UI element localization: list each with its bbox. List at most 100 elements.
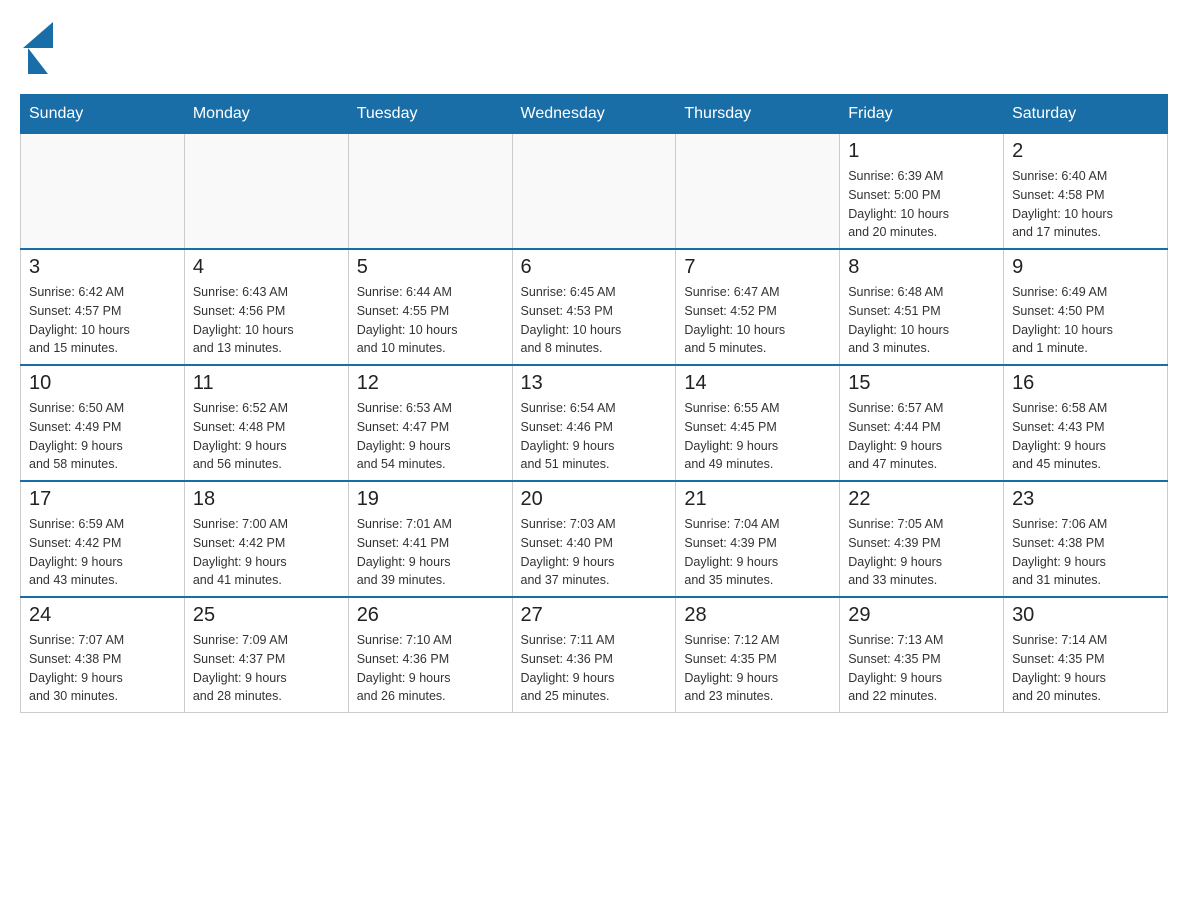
day-info: Sunrise: 7:03 AMSunset: 4:40 PMDaylight:… [521, 515, 668, 590]
weekday-header-monday: Monday [184, 95, 348, 134]
calendar-day-cell [348, 134, 512, 250]
calendar-day-cell: 28 Sunrise: 7:12 AMSunset: 4:35 PMDayligh… [676, 597, 840, 713]
weekday-header-sunday: Sunday [21, 95, 185, 134]
calendar-day-cell: 3Sunrise: 6:42 AMSunset: 4:57 PMDaylight… [21, 249, 185, 365]
day-number: 21 [684, 488, 831, 511]
logo [20, 20, 53, 74]
day-number: 7 [684, 256, 831, 279]
calendar-day-cell: 10 Sunrise: 6:50 AMSunset: 4:49 PMDayligh… [21, 365, 185, 481]
day-info: Sunrise: 7:06 AMSunset: 4:38 PMDaylight:… [1012, 515, 1159, 590]
calendar-day-cell: 8 Sunrise: 6:48 AMSunset: 4:51 PMDaylight… [840, 249, 1004, 365]
calendar-day-cell: 16 Sunrise: 6:58 AMSunset: 4:43 PMDayligh… [1004, 365, 1168, 481]
logo-triangle2-icon [28, 48, 48, 74]
day-number: 5 [357, 256, 504, 279]
calendar-day-cell: 15 Sunrise: 6:57 AMSunset: 4:44 PMDayligh… [840, 365, 1004, 481]
day-number: 3 [29, 256, 176, 279]
calendar-day-cell [676, 134, 840, 250]
day-number: 25 [193, 604, 340, 627]
day-number: 10 [29, 372, 176, 395]
day-info: Sunrise: 6:57 AMSunset: 4:44 PMDaylight:… [848, 399, 995, 474]
calendar-day-cell: 11 Sunrise: 6:52 AMSunset: 4:48 PMDayligh… [184, 365, 348, 481]
calendar-day-cell: 22 Sunrise: 7:05 AMSunset: 4:39 PMDayligh… [840, 481, 1004, 597]
calendar-day-cell: 12 Sunrise: 6:53 AMSunset: 4:47 PMDayligh… [348, 365, 512, 481]
calendar-week-row: 3Sunrise: 6:42 AMSunset: 4:57 PMDaylight… [21, 249, 1168, 365]
calendar-day-cell: 17 Sunrise: 6:59 AMSunset: 4:42 PMDayligh… [21, 481, 185, 597]
day-number: 28 [684, 604, 831, 627]
page-header [20, 20, 1168, 74]
day-info: Sunrise: 6:55 AMSunset: 4:45 PMDaylight:… [684, 399, 831, 474]
day-number: 30 [1012, 604, 1159, 627]
day-number: 9 [1012, 256, 1159, 279]
day-info: Sunrise: 6:58 AMSunset: 4:43 PMDaylight:… [1012, 399, 1159, 474]
day-number: 20 [521, 488, 668, 511]
day-number: 1 [848, 140, 995, 163]
day-number: 4 [193, 256, 340, 279]
calendar-day-cell: 1 Sunrise: 6:39 AMSunset: 5:00 PMDaylight… [840, 134, 1004, 250]
day-info: Sunrise: 6:44 AMSunset: 4:55 PMDaylight:… [357, 283, 504, 358]
day-info: Sunrise: 6:47 AMSunset: 4:52 PMDaylight:… [684, 283, 831, 358]
day-info: Sunrise: 7:00 AMSunset: 4:42 PMDaylight:… [193, 515, 340, 590]
calendar-day-cell: 9 Sunrise: 6:49 AMSunset: 4:50 PMDaylight… [1004, 249, 1168, 365]
weekday-header-friday: Friday [840, 95, 1004, 134]
calendar-day-cell [21, 134, 185, 250]
day-number: 15 [848, 372, 995, 395]
calendar-day-cell: 25Sunrise: 7:09 AMSunset: 4:37 PMDayligh… [184, 597, 348, 713]
day-info: Sunrise: 6:39 AMSunset: 5:00 PMDaylight:… [848, 167, 995, 242]
day-info: Sunrise: 6:43 AMSunset: 4:56 PMDaylight:… [193, 283, 340, 358]
day-info: Sunrise: 6:48 AMSunset: 4:51 PMDaylight:… [848, 283, 995, 358]
day-info: Sunrise: 7:05 AMSunset: 4:39 PMDaylight:… [848, 515, 995, 590]
day-info: Sunrise: 7:12 AMSunset: 4:35 PMDaylight:… [684, 631, 831, 706]
calendar-day-cell: 2 Sunrise: 6:40 AMSunset: 4:58 PMDaylight… [1004, 134, 1168, 250]
calendar-day-cell: 26Sunrise: 7:10 AMSunset: 4:36 PMDayligh… [348, 597, 512, 713]
weekday-header-row: SundayMondayTuesdayWednesdayThursdayFrid… [21, 95, 1168, 134]
calendar-day-cell: 14 Sunrise: 6:55 AMSunset: 4:45 PMDayligh… [676, 365, 840, 481]
calendar-week-row: 10 Sunrise: 6:50 AMSunset: 4:49 PMDayligh… [21, 365, 1168, 481]
day-number: 8 [848, 256, 995, 279]
day-number: 11 [193, 372, 340, 395]
calendar-week-row: 17 Sunrise: 6:59 AMSunset: 4:42 PMDayligh… [21, 481, 1168, 597]
day-info: Sunrise: 7:07 AMSunset: 4:38 PMDaylight:… [29, 631, 176, 706]
day-info: Sunrise: 7:13 AMSunset: 4:35 PMDaylight:… [848, 631, 995, 706]
day-info: Sunrise: 6:59 AMSunset: 4:42 PMDaylight:… [29, 515, 176, 590]
day-info: Sunrise: 6:40 AMSunset: 4:58 PMDaylight:… [1012, 167, 1159, 242]
day-number: 2 [1012, 140, 1159, 163]
day-info: Sunrise: 6:50 AMSunset: 4:49 PMDaylight:… [29, 399, 176, 474]
day-number: 24 [29, 604, 176, 627]
day-number: 29 [848, 604, 995, 627]
day-number: 16 [1012, 372, 1159, 395]
day-info: Sunrise: 7:10 AMSunset: 4:36 PMDaylight:… [357, 631, 504, 706]
calendar-week-row: 24 Sunrise: 7:07 AMSunset: 4:38 PMDayligh… [21, 597, 1168, 713]
day-number: 22 [848, 488, 995, 511]
day-info: Sunrise: 7:14 AMSunset: 4:35 PMDaylight:… [1012, 631, 1159, 706]
calendar-week-row: 1 Sunrise: 6:39 AMSunset: 5:00 PMDaylight… [21, 134, 1168, 250]
day-info: Sunrise: 6:52 AMSunset: 4:48 PMDaylight:… [193, 399, 340, 474]
calendar-day-cell: 23 Sunrise: 7:06 AMSunset: 4:38 PMDayligh… [1004, 481, 1168, 597]
calendar-day-cell: 21Sunrise: 7:04 AMSunset: 4:39 PMDayligh… [676, 481, 840, 597]
calendar-day-cell: 13Sunrise: 6:54 AMSunset: 4:46 PMDayligh… [512, 365, 676, 481]
calendar-day-cell: 29 Sunrise: 7:13 AMSunset: 4:35 PMDayligh… [840, 597, 1004, 713]
calendar-day-cell [184, 134, 348, 250]
day-number: 13 [521, 372, 668, 395]
day-number: 18 [193, 488, 340, 511]
weekday-header-wednesday: Wednesday [512, 95, 676, 134]
calendar-day-cell: 4 Sunrise: 6:43 AMSunset: 4:56 PMDaylight… [184, 249, 348, 365]
day-info: Sunrise: 7:01 AMSunset: 4:41 PMDaylight:… [357, 515, 504, 590]
calendar-day-cell: 6Sunrise: 6:45 AMSunset: 4:53 PMDaylight… [512, 249, 676, 365]
calendar-day-cell: 30 Sunrise: 7:14 AMSunset: 4:35 PMDayligh… [1004, 597, 1168, 713]
logo-triangle-icon [23, 22, 53, 48]
calendar-day-cell: 20 Sunrise: 7:03 AMSunset: 4:40 PMDayligh… [512, 481, 676, 597]
weekday-header-tuesday: Tuesday [348, 95, 512, 134]
weekday-header-thursday: Thursday [676, 95, 840, 134]
calendar-day-cell: 5 Sunrise: 6:44 AMSunset: 4:55 PMDaylight… [348, 249, 512, 365]
calendar-table: SundayMondayTuesdayWednesdayThursdayFrid… [20, 94, 1168, 713]
day-number: 23 [1012, 488, 1159, 511]
weekday-header-saturday: Saturday [1004, 95, 1168, 134]
day-info: Sunrise: 6:53 AMSunset: 4:47 PMDaylight:… [357, 399, 504, 474]
day-number: 12 [357, 372, 504, 395]
day-number: 14 [684, 372, 831, 395]
day-number: 27 [521, 604, 668, 627]
day-info: Sunrise: 6:49 AMSunset: 4:50 PMDaylight:… [1012, 283, 1159, 358]
day-info: Sunrise: 6:45 AMSunset: 4:53 PMDaylight:… [521, 283, 668, 358]
calendar-day-cell: 7 Sunrise: 6:47 AMSunset: 4:52 PMDaylight… [676, 249, 840, 365]
day-number: 17 [29, 488, 176, 511]
